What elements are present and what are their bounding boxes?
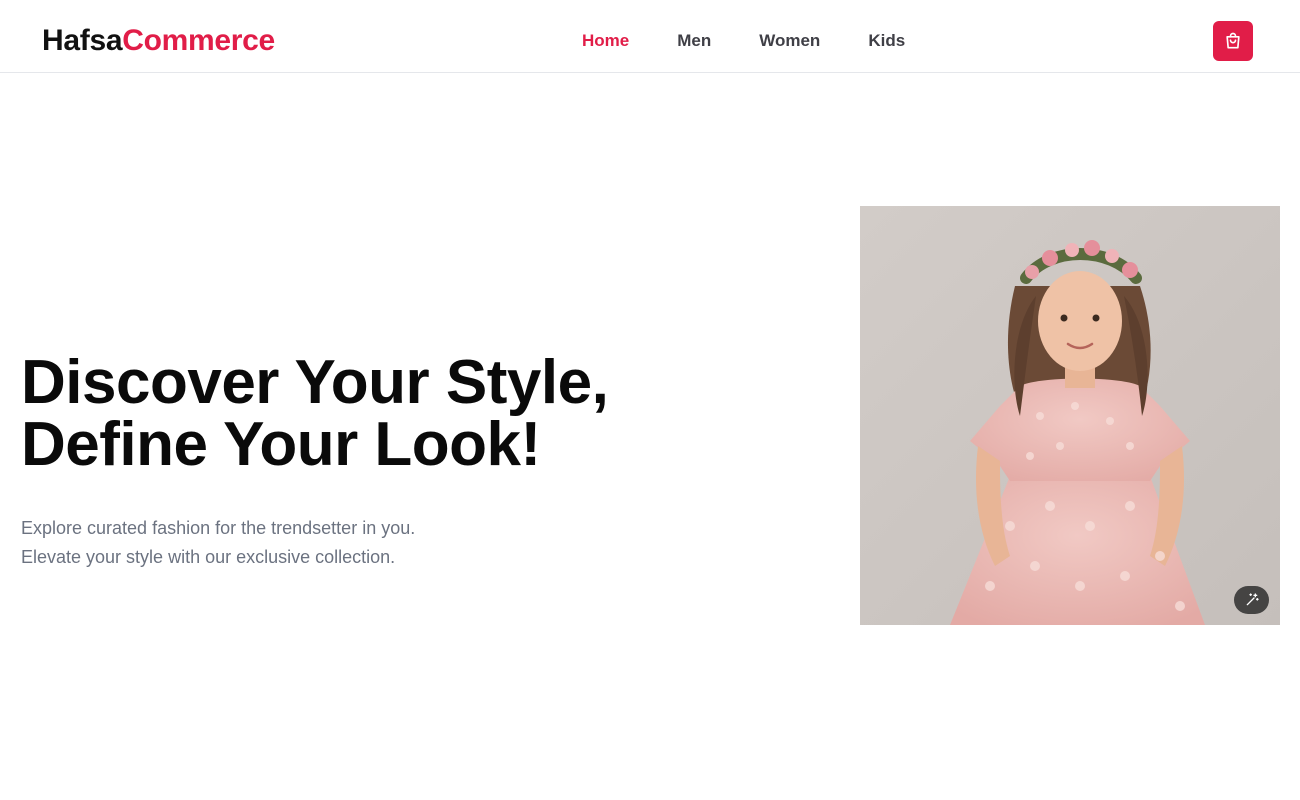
hero-subtitle-line1: Explore curated fashion for the trendset… xyxy=(21,518,416,538)
magic-wand-icon xyxy=(1246,593,1259,606)
navbar: HafsaCommerce Home Men Women Kids xyxy=(0,0,1300,73)
shopping-bag-icon xyxy=(1226,32,1240,49)
nav-link-home[interactable]: Home xyxy=(582,30,629,52)
nav-link-men[interactable]: Men xyxy=(677,30,711,52)
hero-title: Discover Your Style, Define Your Look! xyxy=(21,348,609,479)
hero-photo-girl-in-pink-dress xyxy=(860,206,1280,625)
hero-title-line1: Discover Your Style, xyxy=(21,348,609,417)
hero-title-line2: Define Your Look! xyxy=(21,410,541,479)
brand-name-part1: Hafsa xyxy=(42,24,123,57)
brand-name-part2: Commerce xyxy=(122,24,275,57)
hero-image xyxy=(860,206,1280,625)
cart-button[interactable] xyxy=(1213,21,1253,61)
image-magic-button[interactable] xyxy=(1234,586,1269,614)
hero-subtitle-line2: Elevate your style with our exclusive co… xyxy=(21,547,396,567)
brand-logo[interactable]: HafsaCommerce xyxy=(42,22,275,60)
main-nav: Home Men Women Kids xyxy=(582,30,953,52)
nav-link-kids[interactable]: Kids xyxy=(868,30,905,52)
nav-link-women[interactable]: Women xyxy=(759,30,820,52)
hero-subtitle: Explore curated fashion for the trendset… xyxy=(21,514,415,572)
